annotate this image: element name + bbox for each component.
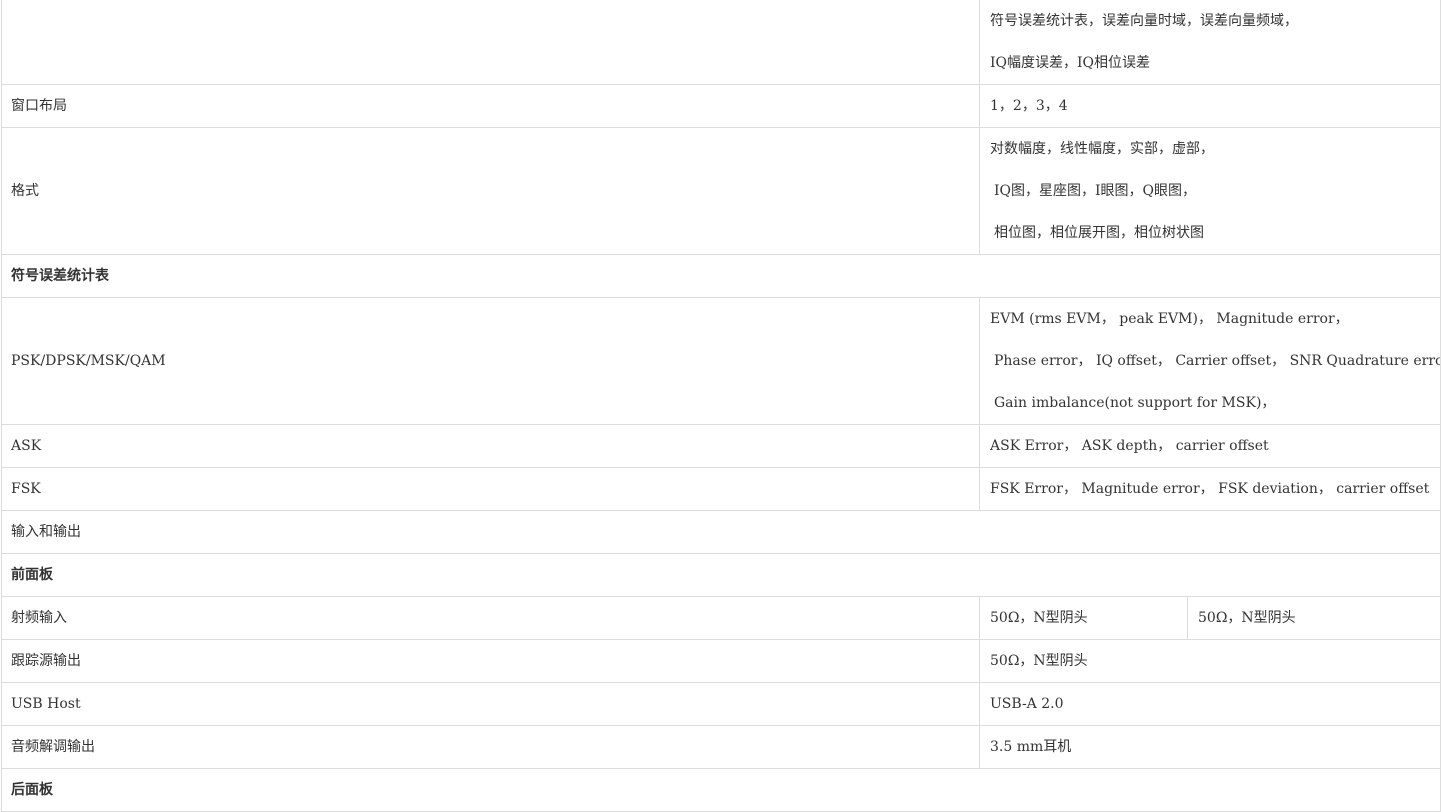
row-value: 符号误差统计表，误差向量时域，误差向量频域， IQ幅度误差，IQ相位误差 [979, 0, 1441, 85]
table-row: FSK FSK Error， Magnitude error， FSK devi… [1, 467, 1441, 511]
row-value: 50Ω，N型阴头 [979, 639, 1441, 683]
section-heading: 前面板 [1, 553, 1441, 597]
section-row: 符号误差统计表 [1, 254, 1441, 298]
row-value: FSK Error， Magnitude error， FSK deviatio… [979, 467, 1441, 511]
value-line: IQ图，星座图，I眼图，Q眼图， [994, 183, 1197, 199]
section-heading: 后面板 [1, 768, 1441, 812]
value-line: 50Ω，N型阴头 [990, 653, 1088, 669]
row-label: ASK [1, 424, 980, 468]
table-row: 跟踪源输出 50Ω，N型阴头 [1, 639, 1441, 683]
row-value: 50Ω，N型阴头 [979, 596, 1188, 640]
row-value: ASK Error， ASK depth， carrier offset [979, 424, 1441, 468]
section-row: 输入和输出 [1, 510, 1441, 554]
section-row: 后面板 [1, 768, 1441, 812]
value-line: 1，2，3，4 [990, 98, 1068, 114]
table-row: 窗口布局 1，2，3，4 [1, 84, 1441, 128]
table-row: PSK/DPSK/MSK/QAM EVM (rms EVM， peak EVM)… [1, 297, 1441, 425]
spec-table: 符号误差统计表，误差向量时域，误差向量频域， IQ幅度误差，IQ相位误差 窗口布… [1, 0, 1441, 812]
value-line: 3.5 mm耳机 [990, 739, 1072, 755]
row-label: 射频输入 [1, 596, 980, 640]
row-value: EVM (rms EVM， peak EVM)， Magnitude error… [979, 297, 1441, 425]
table-row: 音频解调输出 3.5 mm耳机 [1, 725, 1441, 769]
row-label: PSK/DPSK/MSK/QAM [1, 297, 980, 425]
value-line: 50Ω，N型阴头 [990, 610, 1088, 626]
table-row: ASK ASK Error， ASK depth， carrier offset [1, 424, 1441, 468]
value-line: Gain imbalance(not support for MSK)， [994, 395, 1276, 411]
row-label: 窗口布局 [1, 84, 980, 128]
value-line: 符号误差统计表，误差向量时域，误差向量频域， [990, 13, 1298, 29]
value-line: IQ幅度误差，IQ相位误差 [990, 55, 1151, 71]
row-value: 对数幅度，线性幅度，实部，虚部， IQ图，星座图，I眼图，Q眼图， 相位图，相位… [979, 127, 1441, 255]
row-label: USB Host [1, 682, 980, 726]
value-line: ASK Error， ASK depth， carrier offset [990, 438, 1269, 454]
value-line: 对数幅度，线性幅度，实部，虚部， [990, 141, 1214, 157]
value-line: USB-A 2.0 [990, 696, 1064, 712]
table-row: 射频输入 50Ω，N型阴头 50Ω，N型阴头 [1, 596, 1441, 640]
row-value: 1，2，3，4 [979, 84, 1441, 128]
row-value: USB-A 2.0 [979, 682, 1441, 726]
row-value-2: 50Ω，N型阴头 [1187, 596, 1441, 640]
section-row: 前面板 [1, 553, 1441, 597]
table-row: 符号误差统计表，误差向量时域，误差向量频域， IQ幅度误差，IQ相位误差 [1, 0, 1441, 85]
table-row: 格式 对数幅度，线性幅度，实部，虚部， IQ图，星座图，I眼图，Q眼图， 相位图… [1, 127, 1441, 255]
value-line: 50Ω，N型阴头 [1198, 610, 1296, 626]
table-row: USB Host USB-A 2.0 [1, 682, 1441, 726]
value-line: FSK Error， Magnitude error， FSK deviatio… [990, 481, 1430, 497]
value-line: EVM (rms EVM， peak EVM)， Magnitude error… [990, 311, 1349, 327]
row-label: 格式 [1, 127, 980, 255]
section-heading: 符号误差统计表 [1, 254, 1441, 298]
row-label: 音频解调输出 [1, 725, 980, 769]
value-line: 相位图，相位展开图，相位树状图 [994, 225, 1204, 241]
value-line: Phase error， IQ offset， Carrier offset， … [994, 353, 1441, 369]
row-value: 3.5 mm耳机 [979, 725, 1441, 769]
row-label: FSK [1, 467, 980, 511]
row-label [1, 0, 980, 85]
row-label: 跟踪源输出 [1, 639, 980, 683]
section-heading: 输入和输出 [1, 510, 1441, 554]
